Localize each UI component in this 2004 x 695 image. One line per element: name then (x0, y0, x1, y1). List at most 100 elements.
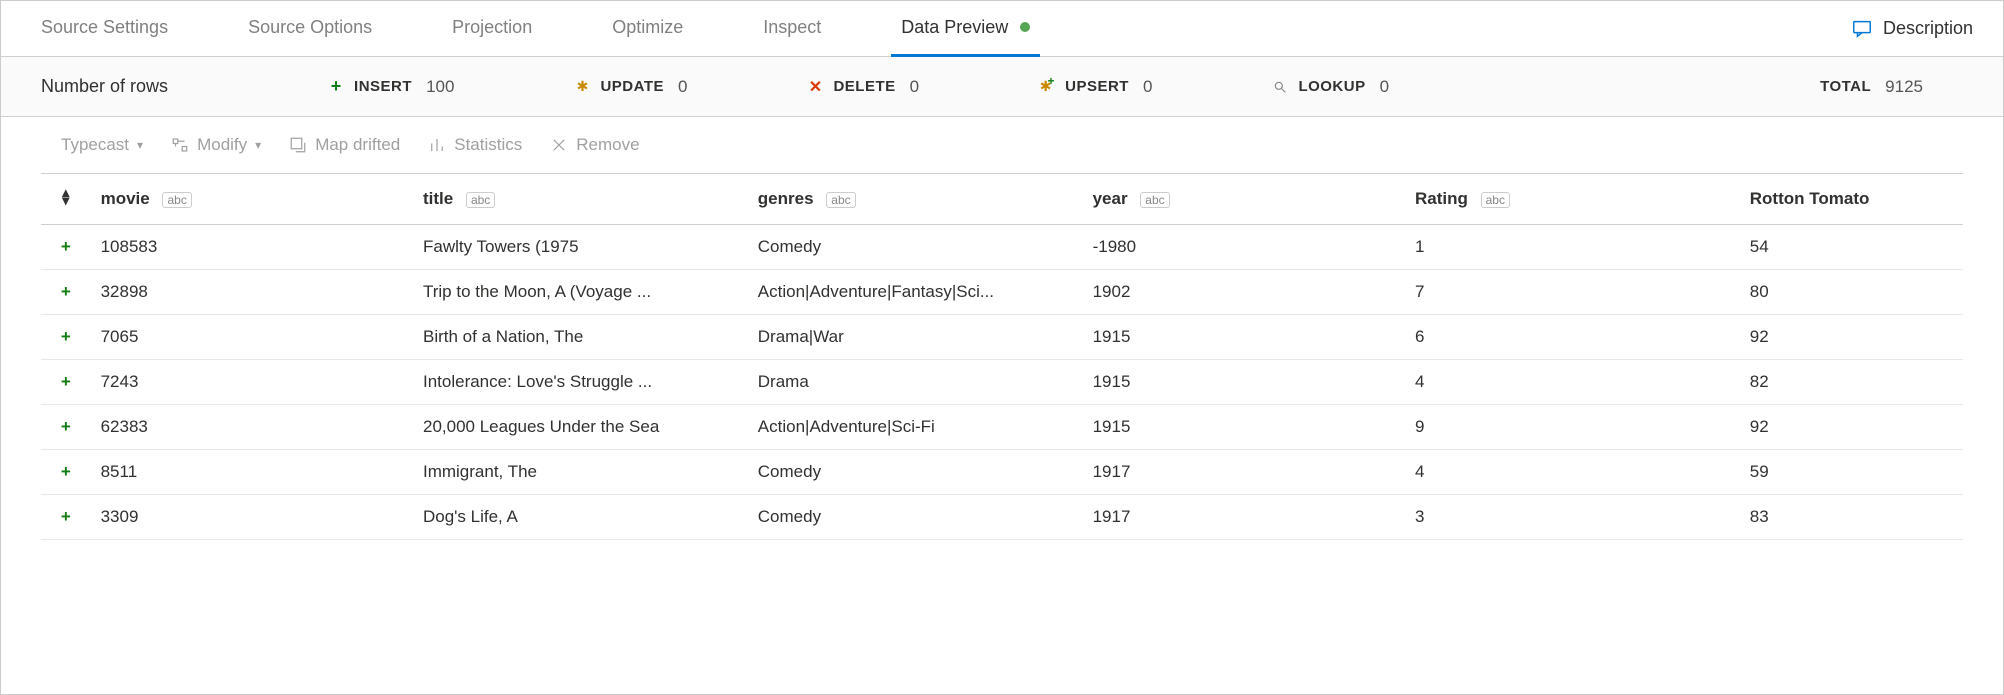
tab-inspect[interactable]: Inspect (753, 1, 831, 57)
column-header-genres[interactable]: genres abc (748, 174, 1083, 225)
cell-title: Immigrant, The (413, 450, 748, 495)
stat-delete: ✕ DELETE 0 (807, 77, 919, 97)
cell-movie: 7243 (91, 360, 413, 405)
type-badge: abc (162, 192, 191, 208)
sort-icon: ▴▾ (62, 188, 69, 205)
cell-movie: 32898 (91, 270, 413, 315)
row-insert-icon: + (41, 495, 91, 540)
statistics-button[interactable]: Statistics (428, 135, 522, 155)
rows-label: Number of rows (41, 76, 168, 97)
chevron-down-icon: ▾ (255, 138, 261, 152)
cell-rotton-tomato: 92 (1740, 405, 1963, 450)
data-table-wrap[interactable]: ▴▾ movie abc title abc genres abc year a… (1, 173, 2003, 540)
cell-genres: Action|Adventure|Fantasy|Sci... (748, 270, 1083, 315)
table-row[interactable]: +32898Trip to the Moon, A (Voyage ...Act… (41, 270, 1963, 315)
cell-movie: 108583 (91, 225, 413, 270)
x-icon: ✕ (807, 79, 823, 95)
column-header-movie[interactable]: movie abc (91, 174, 413, 225)
row-insert-icon: + (41, 270, 91, 315)
cell-rotton-tomato: 92 (1740, 315, 1963, 360)
type-badge: abc (1140, 192, 1169, 208)
cell-genres: Drama|War (748, 315, 1083, 360)
description-button[interactable]: Description (1851, 18, 1973, 40)
cell-year: 1915 (1083, 360, 1405, 405)
cell-title: Birth of a Nation, The (413, 315, 748, 360)
cell-rating: 4 (1405, 360, 1740, 405)
table-row[interactable]: +3309Dog's Life, AComedy1917383 (41, 495, 1963, 540)
cell-movie: 62383 (91, 405, 413, 450)
cell-genres: Drama (748, 360, 1083, 405)
map-drifted-button[interactable]: Map drifted (289, 135, 400, 155)
cell-year: 1915 (1083, 315, 1405, 360)
table-row[interactable]: +6238320,000 Leagues Under the SeaAction… (41, 405, 1963, 450)
cell-genres: Action|Adventure|Sci-Fi (748, 405, 1083, 450)
row-insert-icon: + (41, 315, 91, 360)
cell-genres: Comedy (748, 450, 1083, 495)
stat-total: TOTAL 9125 (1820, 77, 1923, 97)
statistics-icon (428, 136, 446, 154)
stats-bar: Number of rows + INSERT 100 ✱ UPDATE 0 ✕… (1, 57, 2003, 117)
stat-lookup: LOOKUP 0 (1272, 77, 1389, 97)
cell-rotton-tomato: 59 (1740, 450, 1963, 495)
row-insert-icon: + (41, 450, 91, 495)
type-badge: abc (466, 192, 495, 208)
remove-button[interactable]: Remove (550, 135, 639, 155)
cell-rating: 7 (1405, 270, 1740, 315)
type-badge: abc (1481, 192, 1510, 208)
stat-upsert: ✱+ UPSERT 0 (1039, 77, 1152, 97)
modify-button[interactable]: Modify ▾ (171, 135, 261, 155)
comment-icon (1851, 18, 1873, 40)
tab-source-options[interactable]: Source Options (238, 1, 382, 57)
column-header-year[interactable]: year abc (1083, 174, 1405, 225)
column-header-title[interactable]: title abc (413, 174, 748, 225)
cell-genres: Comedy (748, 495, 1083, 540)
sort-column[interactable]: ▴▾ (41, 174, 91, 225)
tab-source-settings[interactable]: Source Settings (31, 1, 178, 57)
tab-data-preview[interactable]: Data Preview (891, 1, 1040, 57)
cell-movie: 7065 (91, 315, 413, 360)
row-insert-icon: + (41, 405, 91, 450)
table-row[interactable]: +7243Intolerance: Love's Struggle ...Dra… (41, 360, 1963, 405)
tab-projection[interactable]: Projection (442, 1, 542, 57)
row-insert-icon: + (41, 360, 91, 405)
chevron-down-icon: ▾ (137, 138, 143, 152)
cell-title: Fawlty Towers (1975 (413, 225, 748, 270)
cell-rotton-tomato: 54 (1740, 225, 1963, 270)
tab-optimize[interactable]: Optimize (602, 1, 693, 57)
cell-rating: 3 (1405, 495, 1740, 540)
cell-genres: Comedy (748, 225, 1083, 270)
status-dot-icon (1020, 22, 1030, 32)
cell-rotton-tomato: 83 (1740, 495, 1963, 540)
cell-rating: 9 (1405, 405, 1740, 450)
column-header-rotton-tomato[interactable]: Rotton Tomato (1740, 174, 1963, 225)
cell-movie: 8511 (91, 450, 413, 495)
stat-update: ✱ UPDATE 0 (574, 77, 687, 97)
modify-icon (171, 136, 189, 154)
toolbar: Typecast ▾ Modify ▾ Map drifted Statisti… (1, 117, 2003, 173)
table-row[interactable]: +108583Fawlty Towers (1975Comedy-1980154 (41, 225, 1963, 270)
data-table: ▴▾ movie abc title abc genres abc year a… (41, 173, 1963, 540)
cell-rotton-tomato: 80 (1740, 270, 1963, 315)
tab-bar: Source Settings Source Options Projectio… (1, 1, 2003, 57)
cell-year: 1917 (1083, 495, 1405, 540)
cell-year: 1917 (1083, 450, 1405, 495)
table-row[interactable]: +8511Immigrant, TheComedy1917459 (41, 450, 1963, 495)
remove-icon (550, 136, 568, 154)
map-drifted-icon (289, 136, 307, 154)
cell-rating: 1 (1405, 225, 1740, 270)
asterisk-icon: ✱ (574, 79, 590, 95)
search-icon (1272, 79, 1288, 95)
cell-rotton-tomato: 82 (1740, 360, 1963, 405)
cell-title: Trip to the Moon, A (Voyage ... (413, 270, 748, 315)
cell-title: 20,000 Leagues Under the Sea (413, 405, 748, 450)
typecast-button[interactable]: Typecast ▾ (61, 135, 143, 155)
stat-insert: + INSERT 100 (328, 77, 454, 97)
cell-title: Dog's Life, A (413, 495, 748, 540)
table-row[interactable]: +7065Birth of a Nation, TheDrama|War1915… (41, 315, 1963, 360)
column-header-rating[interactable]: Rating abc (1405, 174, 1740, 225)
cell-year: -1980 (1083, 225, 1405, 270)
type-badge: abc (826, 192, 855, 208)
cell-year: 1902 (1083, 270, 1405, 315)
plus-icon: + (328, 79, 344, 95)
cell-rating: 4 (1405, 450, 1740, 495)
